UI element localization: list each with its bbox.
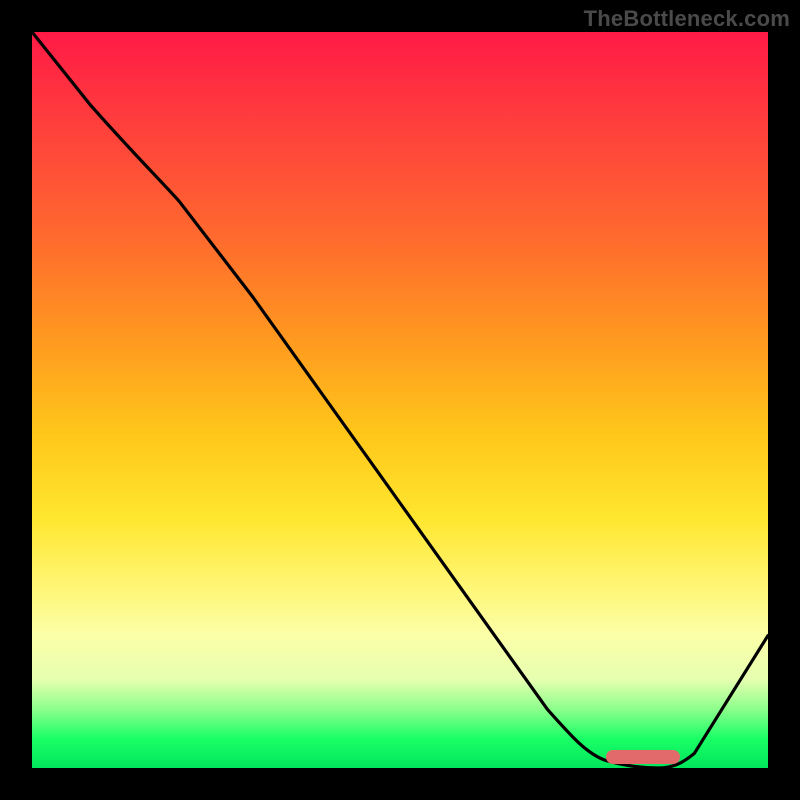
- optimal-range-marker: [606, 750, 680, 764]
- plot-area: [32, 32, 768, 768]
- watermark-text: TheBottleneck.com: [584, 6, 790, 32]
- bottleneck-curve: [32, 32, 768, 768]
- chart-frame: TheBottleneck.com: [0, 0, 800, 800]
- curve-path: [32, 32, 768, 768]
